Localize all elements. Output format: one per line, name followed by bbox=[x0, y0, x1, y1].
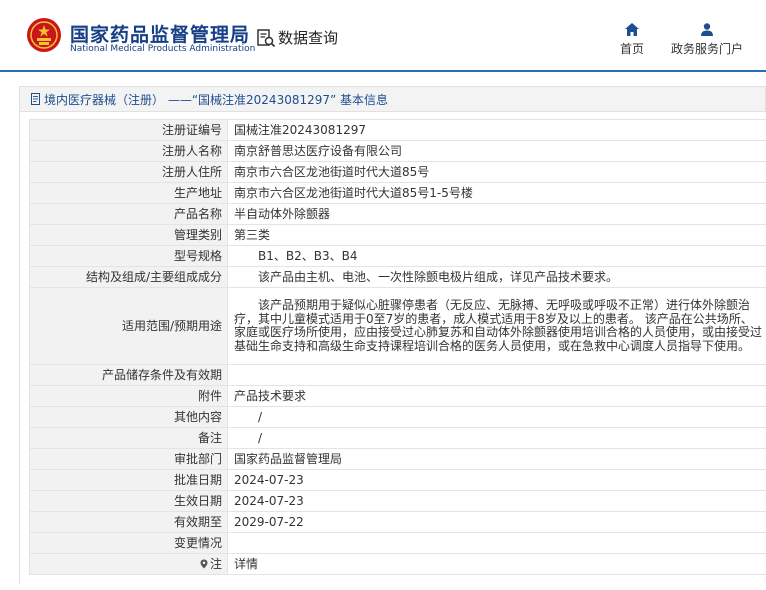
field-value: 南京市六合区龙池街道时代大道85号 bbox=[227, 161, 766, 183]
field-label: 变更情况 bbox=[29, 532, 228, 554]
note-label-cell: 注 bbox=[29, 553, 228, 575]
field-value: 该产品由主机、电池、一次性除颤电极片组成，详见产品技术要求。 bbox=[227, 266, 766, 288]
field-label: 适用范围/预期用途 bbox=[29, 287, 228, 365]
org-name: 国家药品监督管理局 bbox=[70, 24, 251, 46]
table-row: 管理类别 第三类 bbox=[29, 224, 766, 246]
table-row: 批准日期 2024-07-23 bbox=[29, 469, 766, 491]
site-header: 国家药品监督管理局 National Medical Products Admi… bbox=[0, 0, 766, 72]
data-search-icon bbox=[257, 28, 276, 47]
breadcrumb-text: 境内医疗器械（注册） ——“国械注准20243081297” 基本信息 bbox=[44, 92, 389, 107]
nav-home[interactable]: 首页 bbox=[614, 23, 650, 57]
field-value: 2024-07-23 bbox=[227, 490, 766, 512]
field-label: 型号规格 bbox=[29, 245, 228, 267]
field-value bbox=[227, 532, 766, 554]
field-value: 2024-07-23 bbox=[227, 469, 766, 491]
table-row: 其他内容 / bbox=[29, 406, 766, 428]
table-row: 注册人名称 南京舒普思达医疗设备有限公司 bbox=[29, 140, 766, 162]
registration-detail-table: 注册证编号 国械注准20243081297 注册人名称 南京舒普思达医疗设备有限… bbox=[29, 119, 766, 575]
field-label: 结构及组成/主要组成成分 bbox=[29, 266, 228, 288]
detail-panel: 注册证编号 国械注准20243081297 注册人名称 南京舒普思达医疗设备有限… bbox=[19, 112, 766, 584]
table-row: 适用范围/预期用途 该产品预期用于疑似心脏骤停患者（无反应、无脉搏、无呼吸或呼吸… bbox=[29, 287, 766, 365]
table-row: 注 详情 bbox=[29, 553, 766, 575]
note-label: 注 bbox=[199, 557, 222, 571]
field-label: 生效日期 bbox=[29, 490, 228, 512]
field-label: 批准日期 bbox=[29, 469, 228, 491]
table-row: 生产地址 南京市六合区龙池街道时代大道85号1-5号楼 bbox=[29, 182, 766, 204]
user-icon bbox=[701, 23, 713, 36]
field-label: 附件 bbox=[29, 385, 228, 407]
table-row: 产品名称 半自动体外除颤器 bbox=[29, 203, 766, 225]
field-value bbox=[227, 364, 766, 386]
table-row: 注册证编号 国械注准20243081297 bbox=[29, 119, 766, 141]
table-row: 生效日期 2024-07-23 bbox=[29, 490, 766, 512]
field-value: 该产品预期用于疑似心脏骤停患者（无反应、无脉搏、无呼吸或呼吸不正常）进行体外除颤… bbox=[227, 287, 766, 365]
field-value: B1、B2、B3、B4 bbox=[227, 245, 766, 267]
field-label: 产品储存条件及有效期 bbox=[29, 364, 228, 386]
field-label: 产品名称 bbox=[29, 203, 228, 225]
table-row: 注册人住所 南京市六合区龙池街道时代大道85号 bbox=[29, 161, 766, 183]
nav-gov-service-label: 政务服务门户 bbox=[670, 42, 743, 56]
national-emblem-logo[interactable] bbox=[26, 17, 62, 53]
location-pin-icon bbox=[200, 559, 208, 568]
table-row: 审批部门 国家药品监督管理局 bbox=[29, 448, 766, 470]
field-value: 第三类 bbox=[227, 224, 766, 246]
field-value: 产品技术要求 bbox=[227, 385, 766, 407]
field-value: 2029-07-22 bbox=[227, 511, 766, 533]
table-row: 变更情况 bbox=[29, 532, 766, 554]
field-value: 国械注准20243081297 bbox=[227, 119, 766, 141]
table-row: 型号规格 B1、B2、B3、B4 bbox=[29, 245, 766, 267]
field-label: 其他内容 bbox=[29, 406, 228, 428]
field-label: 审批部门 bbox=[29, 448, 228, 470]
table-row: 有效期至 2029-07-22 bbox=[29, 511, 766, 533]
field-label: 注册人名称 bbox=[29, 140, 228, 162]
table-row: 结构及组成/主要组成成分 该产品由主机、电池、一次性除颤电极片组成，详见产品技术… bbox=[29, 266, 766, 288]
data-query-label: 数据查询 bbox=[278, 29, 339, 47]
field-value: / bbox=[227, 406, 766, 428]
field-value: 南京市六合区龙池街道时代大道85号1-5号楼 bbox=[227, 182, 766, 204]
breadcrumb: 境内医疗器械（注册） ——“国械注准20243081297” 基本信息 bbox=[19, 86, 766, 112]
nav-gov-service-portal[interactable]: 政务服务门户 bbox=[667, 23, 747, 57]
field-label: 注册证编号 bbox=[29, 119, 228, 141]
org-name-en: National Medical Products Administration bbox=[70, 44, 256, 54]
field-value: 半自动体外除颤器 bbox=[227, 203, 766, 225]
field-label: 注册人住所 bbox=[29, 161, 228, 183]
nav-home-label: 首页 bbox=[619, 42, 644, 56]
field-label: 生产地址 bbox=[29, 182, 228, 204]
field-label: 备注 bbox=[29, 427, 228, 449]
table-row: 产品储存条件及有效期 bbox=[29, 364, 766, 386]
details-link[interactable]: 详情 bbox=[227, 553, 766, 575]
note-label-text: 注 bbox=[209, 556, 222, 571]
document-icon bbox=[31, 93, 40, 105]
table-row: 附件 产品技术要求 bbox=[29, 385, 766, 407]
table-row: 备注 / bbox=[29, 427, 766, 449]
field-value: 国家药品监督管理局 bbox=[227, 448, 766, 470]
field-label: 有效期至 bbox=[29, 511, 228, 533]
field-label: 管理类别 bbox=[29, 224, 228, 246]
field-value: 南京舒普思达医疗设备有限公司 bbox=[227, 140, 766, 162]
data-query-link[interactable]: 数据查询 bbox=[256, 27, 338, 48]
field-value: / bbox=[227, 427, 766, 449]
home-icon bbox=[625, 23, 639, 36]
